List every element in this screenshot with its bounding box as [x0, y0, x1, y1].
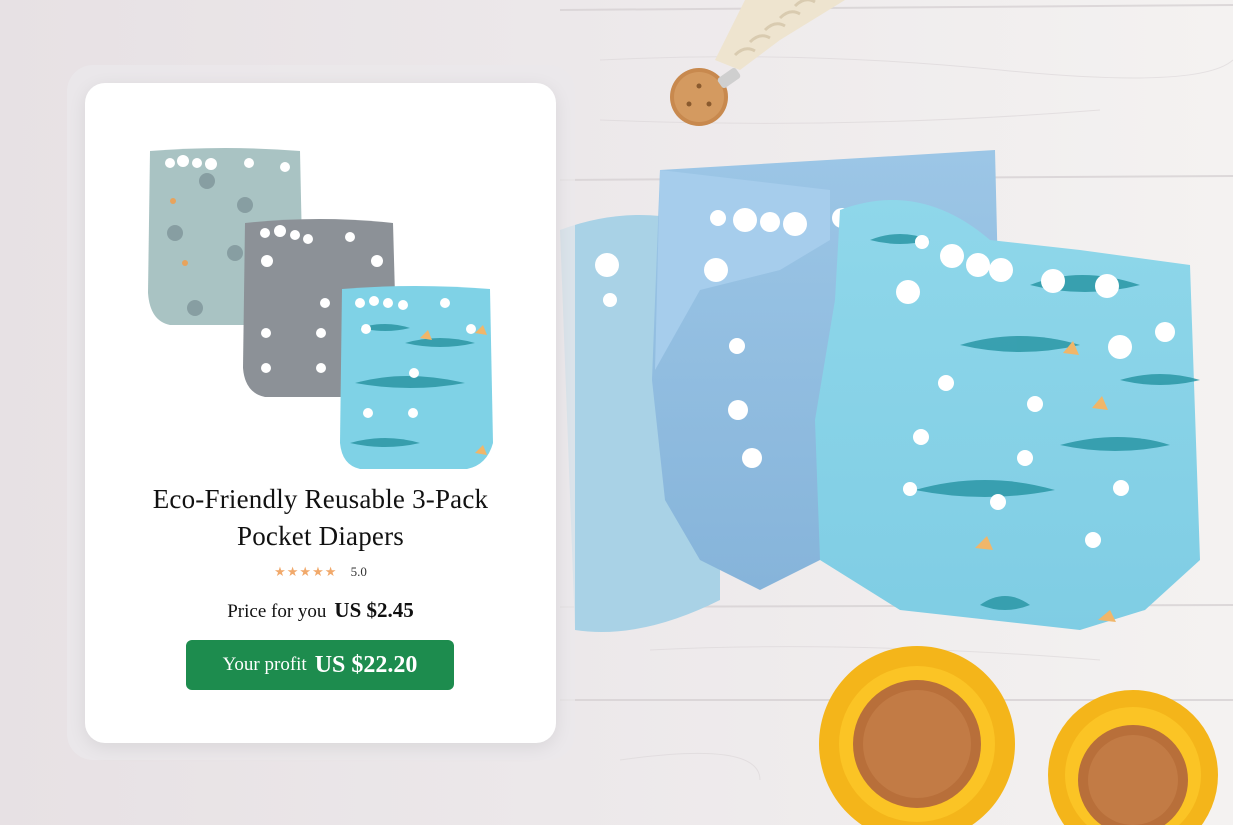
price-label: Price for you: [227, 601, 327, 622]
product-title[interactable]: Eco-Friendly Reusable 3-Pack Pocket Diap…: [85, 481, 556, 555]
product-title-line1: Eco-Friendly Reusable 3-Pack: [152, 484, 489, 514]
star-rating-icon: ★★★★★: [274, 564, 338, 579]
profit-label: Your profit: [222, 654, 307, 675]
profit-button[interactable]: Your profit US $22.20: [186, 640, 454, 690]
rating-value: 5.0: [350, 564, 367, 579]
price-value: US $2.45: [334, 598, 414, 622]
profit-value: US $22.20: [314, 651, 418, 678]
product-image[interactable]: [145, 143, 497, 475]
rating-row: ★★★★★ 5.0: [85, 564, 556, 580]
price-row: Price for you US $2.45: [85, 598, 556, 623]
product-title-line2: Pocket Diapers: [236, 521, 404, 551]
product-card[interactable]: Eco-Friendly Reusable 3-Pack Pocket Diap…: [85, 83, 556, 743]
